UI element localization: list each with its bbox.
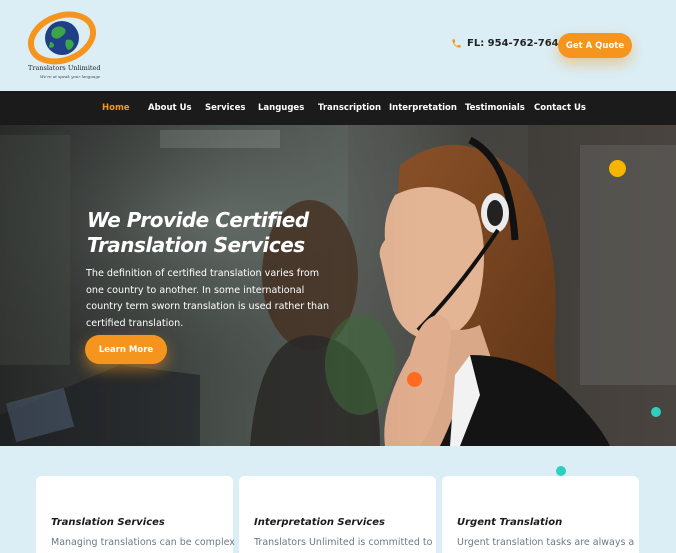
decorative-teal-dot-small xyxy=(556,466,566,476)
nav-item-services[interactable]: Services xyxy=(205,91,245,125)
card-title: Urgent Translation xyxy=(457,517,563,528)
card-title: Translation Services xyxy=(51,517,165,528)
nav-item-testimonials[interactable]: Testimonials xyxy=(465,91,525,125)
nav-item-about-us[interactable]: About Us xyxy=(148,91,192,125)
logo-name: Translators Unlimited xyxy=(28,64,101,72)
learn-more-button[interactable]: Learn More xyxy=(85,335,167,364)
nav-item-languages[interactable]: Languges xyxy=(258,91,304,125)
card-text: Translators Unlimited is committed to xyxy=(254,537,433,548)
services-cards: Translation Services Managing translatio… xyxy=(0,446,676,553)
nav-item-transcription[interactable]: Transcription xyxy=(318,91,381,125)
phone-number: FL: 954-762-7644 xyxy=(467,38,566,49)
service-card-interpretation[interactable]: Interpretation Services Translators Unli… xyxy=(239,476,436,553)
get-a-quote-button[interactable]: Get A Quote xyxy=(558,33,632,58)
logo-tagline: We're at speak your language xyxy=(40,74,101,79)
hero-title: We Provide Certified Translation Service… xyxy=(87,208,337,258)
hero-title-line-1: We Provide Certified xyxy=(87,208,309,232)
hero-banner: We Provide Certified Translation Service… xyxy=(0,125,676,446)
service-card-urgent-translation[interactable]: Urgent Translation Urgent translation ta… xyxy=(442,476,639,553)
nav-item-contact-us[interactable]: Contact Us xyxy=(534,91,586,125)
hero-title-line-2: Translation Services xyxy=(87,233,305,257)
site-header: Translators Unlimited We're at speak you… xyxy=(0,0,676,91)
card-text: Urgent translation tasks are always a xyxy=(457,537,635,548)
phone-icon xyxy=(452,39,461,48)
nav-item-interpretation[interactable]: Interpretation xyxy=(389,91,457,125)
hero-description: The definition of certified translation … xyxy=(86,268,330,329)
main-navigation: Home About Us Services Languges Transcri… xyxy=(0,91,676,125)
card-title: Interpretation Services xyxy=(254,517,385,528)
decorative-orange-dot xyxy=(407,372,422,387)
decorative-yellow-dot xyxy=(609,160,626,177)
service-card-translation[interactable]: Translation Services Managing translatio… xyxy=(36,476,235,553)
phone-contact[interactable]: FL: 954-762-7644 xyxy=(451,38,566,49)
decorative-teal-dot xyxy=(651,407,661,417)
nav-item-home[interactable]: Home xyxy=(102,91,130,125)
card-text: Managing translations can be complex xyxy=(51,537,235,548)
